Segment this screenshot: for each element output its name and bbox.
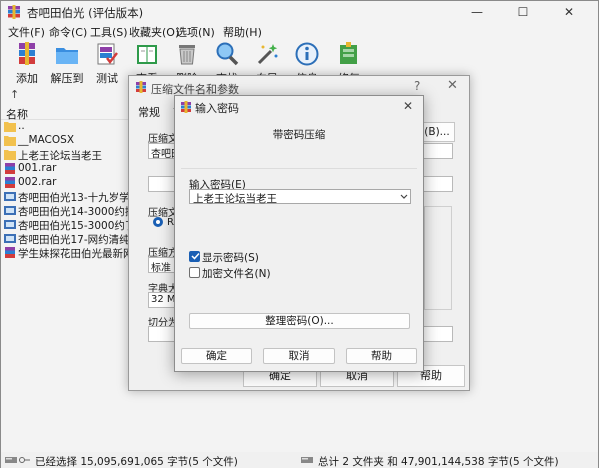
delete-bin-icon [179, 45, 195, 65]
file-name: 001.rar [18, 162, 57, 174]
repair-icon [340, 42, 357, 64]
file-name: 杏吧田伯光15-3000约了一个 [18, 220, 131, 232]
key-icon [19, 457, 30, 463]
file-name: __MACOSX [18, 134, 75, 146]
folder-icon [4, 122, 16, 132]
window-title: 杏吧田伯光 (评估版本) [27, 6, 144, 20]
video-file-icon [4, 234, 16, 243]
password-input[interactable]: 上老王论坛当老王 [189, 189, 411, 205]
winrar-app-icon [181, 101, 191, 113]
checkmark-icon [191, 252, 200, 260]
list-item[interactable]: 杏吧田伯光13-十九岁学生妹 [1, 190, 131, 204]
menu-help[interactable]: 帮助(H) [223, 24, 262, 40]
video-file-icon [4, 220, 16, 229]
close-icon[interactable]: ✕ [447, 78, 458, 93]
rar-file-icon [5, 247, 15, 258]
view-book-icon [137, 45, 157, 64]
password-dialog-titlebar: 输入密码 ✕ [175, 96, 423, 118]
list-item[interactable]: 001.rar [1, 162, 131, 176]
rar-file-icon [5, 163, 15, 174]
video-file-icon [4, 192, 16, 201]
method-select[interactable]: 标准 [148, 257, 176, 274]
file-name: 杏吧田伯光17-网约清纯可爱 [18, 234, 131, 246]
toolbar-test-label: 测试 [96, 72, 118, 85]
close-icon[interactable]: ✕ [403, 99, 413, 113]
toolbar-extract-label: 解压到 [50, 72, 84, 85]
encrypt-filenames-checkbox[interactable] [189, 267, 200, 278]
list-item[interactable]: 上老王论坛当老王 [1, 148, 131, 162]
up-folder-icon[interactable]: ↑ [10, 88, 19, 101]
extract-folder-icon [56, 48, 78, 64]
find-magnifier-icon [216, 42, 239, 66]
winrar-app-icon [136, 81, 146, 93]
browse-button[interactable]: (B)... [419, 122, 455, 142]
status-bar: 已经选择 15,095,691,065 字节(5 个文件) 总计 2 文件夹 和… [1, 452, 598, 468]
menu-favorites[interactable]: 收藏夹(O) [129, 24, 179, 40]
close-button[interactable]: ✕ [546, 1, 592, 23]
title-bar: 杏吧田伯光 (评估版本) — ☐ ✕ [1, 1, 598, 23]
file-name: 002.rar [18, 176, 57, 188]
password-value: 上老王论坛当老王 [193, 193, 277, 205]
menu-file[interactable]: 文件(F) [8, 24, 45, 40]
password-dialog: 输入密码 ✕ 带密码压缩 输入密码(E) 上老王论坛当老王 显示密码(S) 加密… [174, 95, 424, 372]
file-name: 上老王论坛当老王 [18, 150, 102, 162]
list-item[interactable]: 学生妹探花田伯光最新网约- [1, 246, 131, 260]
status-total: 总计 2 文件夹 和 47,901,144,538 字节(5 个文件) [318, 456, 559, 468]
list-item[interactable]: __MACOSX [1, 134, 131, 148]
info-icon [295, 42, 319, 66]
menu-command[interactable]: 命令(C) [49, 24, 87, 40]
list-item[interactable]: .. [1, 120, 131, 134]
folder-icon [4, 150, 16, 160]
list-item[interactable]: 杏吧田伯光15-3000约了一个 [1, 218, 131, 232]
help-icon[interactable]: ? [414, 79, 420, 93]
folder-icon [4, 136, 16, 146]
toolbar-test-button[interactable]: 测试 [86, 41, 128, 85]
password-help-button[interactable]: 帮助 [346, 348, 417, 364]
test-archive-icon [97, 43, 118, 65]
list-item[interactable]: 杏吧田伯光14-3000约操极品 [1, 204, 131, 218]
drive-icon [301, 457, 313, 463]
file-name: 学生妹探花田伯光最新网约- [18, 248, 131, 260]
dictionary-select[interactable]: 32 MB [148, 292, 182, 308]
options-group [424, 206, 452, 310]
maximize-button[interactable]: ☐ [500, 1, 546, 23]
password-heading: 带密码压缩 [272, 129, 326, 141]
toolbar-add-button[interactable]: 添加 [6, 41, 48, 85]
wizard-wand-icon [257, 44, 278, 65]
winrar-app-icon [8, 5, 20, 19]
video-file-icon [4, 206, 16, 215]
rar-radio[interactable] [153, 217, 163, 227]
list-item[interactable]: 杏吧田伯光17-网约清纯可爱 [1, 232, 131, 246]
rar-file-icon [5, 177, 15, 188]
toolbar-add-label: 添加 [16, 72, 38, 85]
menu-options[interactable]: 选项(N) [176, 24, 215, 40]
password-ok-button[interactable]: 确定 [181, 348, 252, 364]
chevron-down-icon[interactable] [399, 191, 409, 202]
toolbar-extract-button[interactable]: 解压到 [46, 41, 88, 85]
method-value: 标准 [151, 263, 171, 274]
add-archive-icon [19, 42, 35, 65]
show-password-checkbox[interactable] [189, 251, 200, 262]
file-name: .. [18, 120, 25, 132]
organize-passwords-button[interactable]: 整理密码(O)... [189, 313, 410, 329]
password-cancel-button[interactable]: 取消 [263, 348, 335, 364]
status-selected: 已经选择 15,095,691,065 字节(5 个文件) [35, 456, 238, 468]
minimize-button[interactable]: — [454, 1, 500, 23]
menu-bar: 文件(F) 命令(C) 工具(S) 收藏夹(O) 选项(N) 帮助(H) [1, 23, 598, 39]
password-dialog-title: 输入密码 [195, 102, 239, 115]
file-name: 杏吧田伯光13-十九岁学生妹 [18, 192, 131, 204]
encrypt-filenames-label[interactable]: 加密文件名(N) [202, 266, 271, 281]
list-item[interactable]: 002.rar [1, 176, 131, 190]
tab-general[interactable]: 常规 [138, 104, 160, 120]
drive-icon [5, 457, 17, 463]
file-list-header: 名称 [1, 104, 131, 121]
file-name: 杏吧田伯光14-3000约操极品 [18, 206, 131, 218]
menu-tools[interactable]: 工具(S) [90, 24, 128, 40]
show-password-label[interactable]: 显示密码(S) [202, 250, 259, 265]
